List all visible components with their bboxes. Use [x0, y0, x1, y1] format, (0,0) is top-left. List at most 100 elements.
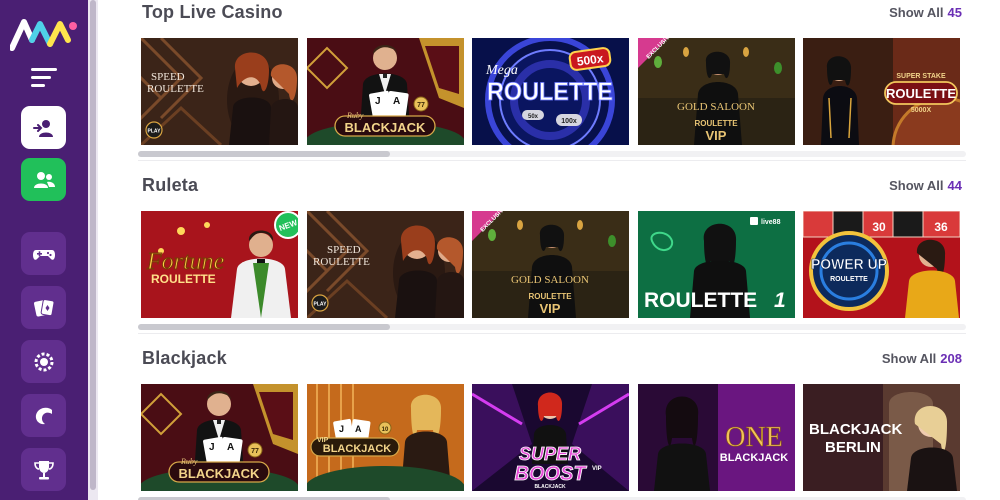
- sidebar-scrollbar[interactable]: [88, 0, 98, 500]
- svg-text:A: A: [393, 96, 400, 107]
- tile-title-line2: ROULETTE: [886, 86, 956, 101]
- game-tile[interactable]: live88 ROULETTE 1: [638, 211, 795, 318]
- game-tile[interactable]: EXCLUSIVE GOLD SALOON ROULETTE VIP: [638, 38, 795, 145]
- roulette-chip-icon: [34, 352, 53, 371]
- hamburger-menu-icon[interactable]: [31, 68, 57, 88]
- sidebar: [0, 0, 88, 500]
- live-casino-icon: [35, 407, 52, 424]
- tile-title-line3: 5000X: [911, 107, 932, 114]
- brand-logo[interactable]: [9, 16, 78, 52]
- tile-title-line1: Ruby: [346, 111, 364, 120]
- tile-title-line1: SPEED: [327, 244, 361, 256]
- tile-title-line3: BLACKJACK: [534, 484, 566, 490]
- game-tile[interactable]: BLACKJACK BERLIN: [803, 384, 960, 491]
- tile-title-line2: ROULETTE: [830, 276, 868, 283]
- svg-text:36: 36: [934, 220, 948, 234]
- section-title: Top Live Casino: [142, 2, 283, 22]
- section-divider: [138, 333, 966, 334]
- tile-title-line1: SPEED: [151, 71, 185, 83]
- section-title: Blackjack: [142, 348, 227, 368]
- svg-text:J: J: [375, 96, 381, 107]
- game-tile[interactable]: J A 77 Ruby BLACKJACK: [141, 384, 298, 491]
- tile-multiplier: 100x: [561, 118, 577, 125]
- tile-title-line2: BLACKJACK: [345, 120, 427, 135]
- show-all-link[interactable]: Show All 208: [882, 351, 962, 366]
- sidebar-item-live-casino[interactable]: [21, 394, 66, 437]
- game-tile[interactable]: SPEED ROULETTE PLAY: [307, 211, 464, 318]
- tile-multiplier: 50x: [528, 114, 539, 120]
- svg-text:30: 30: [872, 220, 886, 234]
- tile-title-line1: SUPER: [519, 444, 581, 464]
- login-icon: [32, 119, 53, 137]
- game-tile[interactable]: EXCLUSIVE GOLD SALOON ROULETTE VIP: [472, 211, 629, 318]
- game-tile[interactable]: ONE BLACKJACK: [638, 384, 795, 491]
- tile-title-line3: VIP: [540, 301, 561, 316]
- carousel-scrollbar[interactable]: [138, 324, 966, 330]
- tile-badge: 77: [417, 102, 425, 109]
- register-button[interactable]: [21, 158, 66, 201]
- game-tile[interactable]: J A 77 Ruby BLACKJACK: [307, 38, 464, 145]
- sidebar-item-table-games[interactable]: [21, 286, 66, 329]
- section-divider: [138, 160, 966, 161]
- game-tile[interactable]: SPEED ROULETTE PLAY: [141, 38, 298, 145]
- show-all-label: Show All: [889, 178, 944, 193]
- tile-title-line1: ONE: [725, 422, 783, 453]
- tile-title-line2: 1: [774, 289, 786, 312]
- tile-title-line2: ROULETTE: [151, 272, 216, 286]
- tile-title-line1: BLACKJACK: [809, 421, 903, 438]
- tile-badge: 77: [251, 448, 259, 455]
- show-all-label: Show All: [881, 351, 937, 366]
- game-carousel[interactable]: Fortune ROULETTE NEW SPEED ROULETTE PLAY…: [141, 211, 966, 318]
- game-tile[interactable]: J A 10 VIP BLACKJACK: [307, 384, 464, 491]
- game-tile[interactable]: SUPER STAKE ROULETTE 5000X: [803, 38, 960, 145]
- sidebar-item-roulette[interactable]: [21, 340, 66, 383]
- tile-badge: VIP: [592, 466, 602, 472]
- tile-badge: PLAY: [148, 129, 162, 135]
- tile-badge: 10: [382, 427, 389, 433]
- tile-title-line1: ROULETTE: [644, 289, 757, 312]
- register-users-icon: [33, 171, 55, 188]
- sidebar-item-tournaments[interactable]: [21, 448, 66, 491]
- svg-text:J: J: [339, 424, 344, 434]
- game-tile[interactable]: Mega ROULETTE 500x 50x 100x: [472, 38, 629, 145]
- login-button[interactable]: [21, 106, 66, 149]
- game-carousel[interactable]: SPEED ROULETTE PLAY J A 77 Ruby BLACKJAC…: [141, 38, 966, 145]
- tile-title-line1: GOLD SALOON: [677, 101, 755, 113]
- show-all-count: 208: [940, 351, 962, 366]
- tile-title-line1: Ruby: [180, 457, 198, 466]
- sidebar-item-games[interactable]: [21, 232, 66, 275]
- tile-title-line2: ROULETTE: [528, 292, 572, 301]
- svg-text:J: J: [209, 442, 215, 453]
- tile-title-line1: Mega: [485, 63, 518, 78]
- tile-badge: PLAY: [314, 302, 328, 308]
- tile-title-line2: BLACKJACK: [720, 452, 789, 464]
- main-content: Top Live Casino Show All 45 SPEED ROULET…: [98, 0, 1000, 500]
- show-all-label: Show All: [889, 5, 944, 20]
- tile-title-line2: ROULETTE: [487, 78, 613, 106]
- show-all-count: 44: [947, 178, 962, 193]
- tile-title-line2: BERLIN: [825, 439, 881, 456]
- tile-title-line2: BLACKJACK: [323, 443, 392, 455]
- gamepad-icon: [32, 249, 55, 260]
- show-all-link[interactable]: Show All 44: [889, 178, 962, 193]
- tile-title-line2: ROULETTE: [147, 83, 204, 95]
- tile-title-line2: BLACKJACK: [179, 466, 261, 481]
- show-all-count: 45: [947, 5, 962, 20]
- carousel-scrollbar[interactable]: [138, 151, 966, 157]
- game-tile[interactable]: Fortune ROULETTE NEW: [141, 211, 298, 318]
- cards-icon: [33, 298, 54, 316]
- trophy-icon: [33, 460, 54, 479]
- svg-text:A: A: [227, 442, 234, 453]
- game-tile[interactable]: SUPER BOOST BLACKJACK VIP: [472, 384, 629, 491]
- app-root: Top Live Casino Show All 45 SPEED ROULET…: [0, 0, 1000, 500]
- tile-title-line1: POWER UP: [811, 256, 887, 273]
- svg-text:A: A: [355, 424, 362, 434]
- tile-title-line1: GOLD SALOON: [511, 274, 589, 286]
- game-carousel[interactable]: J A 77 Ruby BLACKJACK J A 10 VIP BLACKJA…: [141, 384, 966, 491]
- tile-title-line2: ROULETTE: [694, 119, 738, 128]
- tile-title-line1: SUPER STAKE: [896, 73, 946, 80]
- game-tile[interactable]: 36 30 POWER UP ROULETTE: [803, 211, 960, 318]
- show-all-link[interactable]: Show All 45: [889, 5, 962, 20]
- tile-title-line2: BOOST: [514, 463, 587, 485]
- tile-title-line2: ROULETTE: [313, 256, 370, 268]
